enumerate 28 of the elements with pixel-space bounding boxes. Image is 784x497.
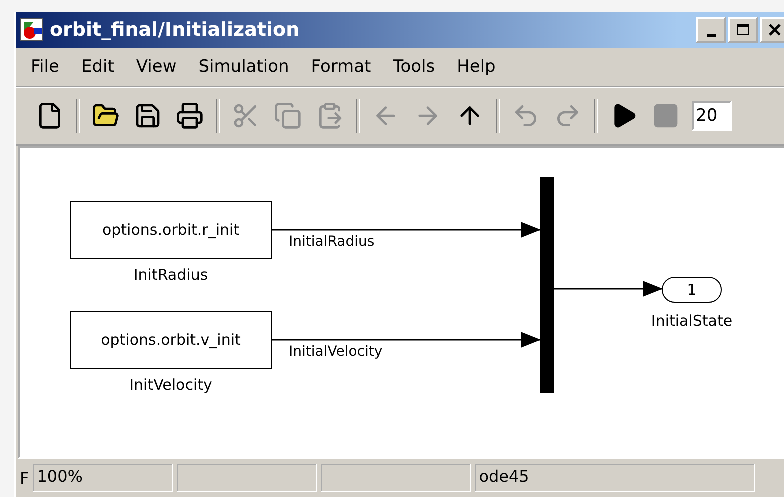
status-cell: ode45 bbox=[475, 464, 756, 492]
printer-icon[interactable] bbox=[174, 100, 206, 132]
signal-label: InitialRadius bbox=[289, 234, 375, 250]
block-name: InitialState bbox=[651, 312, 733, 330]
minimize-button[interactable] bbox=[696, 17, 726, 43]
menu-item[interactable]: Edit bbox=[72, 53, 124, 81]
zoom-field[interactable]: 20 bbox=[692, 101, 732, 131]
close-button[interactable] bbox=[760, 17, 784, 43]
constant-block[interactable]: options.orbit.v_init bbox=[70, 311, 272, 369]
menu-item[interactable]: Tools bbox=[384, 53, 444, 81]
outport-block[interactable]: 1 bbox=[662, 277, 722, 303]
status-text: F bbox=[20, 468, 30, 488]
constant-block[interactable]: options.orbit.r_init bbox=[70, 201, 272, 259]
menu-item[interactable]: Simulation bbox=[190, 53, 298, 81]
close-icon bbox=[768, 23, 782, 37]
block-name: InitRadius bbox=[134, 266, 208, 284]
status-cell: 100% bbox=[33, 464, 174, 492]
menu-item[interactable]: Help bbox=[448, 53, 505, 81]
maximize-icon bbox=[736, 23, 750, 37]
model-icon bbox=[20, 18, 44, 42]
menu-item[interactable]: File bbox=[22, 53, 68, 81]
window-title: orbit_final/Initialization bbox=[50, 19, 301, 41]
minimize-icon bbox=[706, 34, 716, 36]
menu-item[interactable]: Format bbox=[302, 53, 380, 81]
block-name: InitVelocity bbox=[130, 376, 212, 394]
menu-item[interactable]: View bbox=[127, 53, 186, 81]
maximize-button[interactable] bbox=[728, 17, 758, 43]
signal-label: InitialVelocity bbox=[289, 344, 383, 360]
